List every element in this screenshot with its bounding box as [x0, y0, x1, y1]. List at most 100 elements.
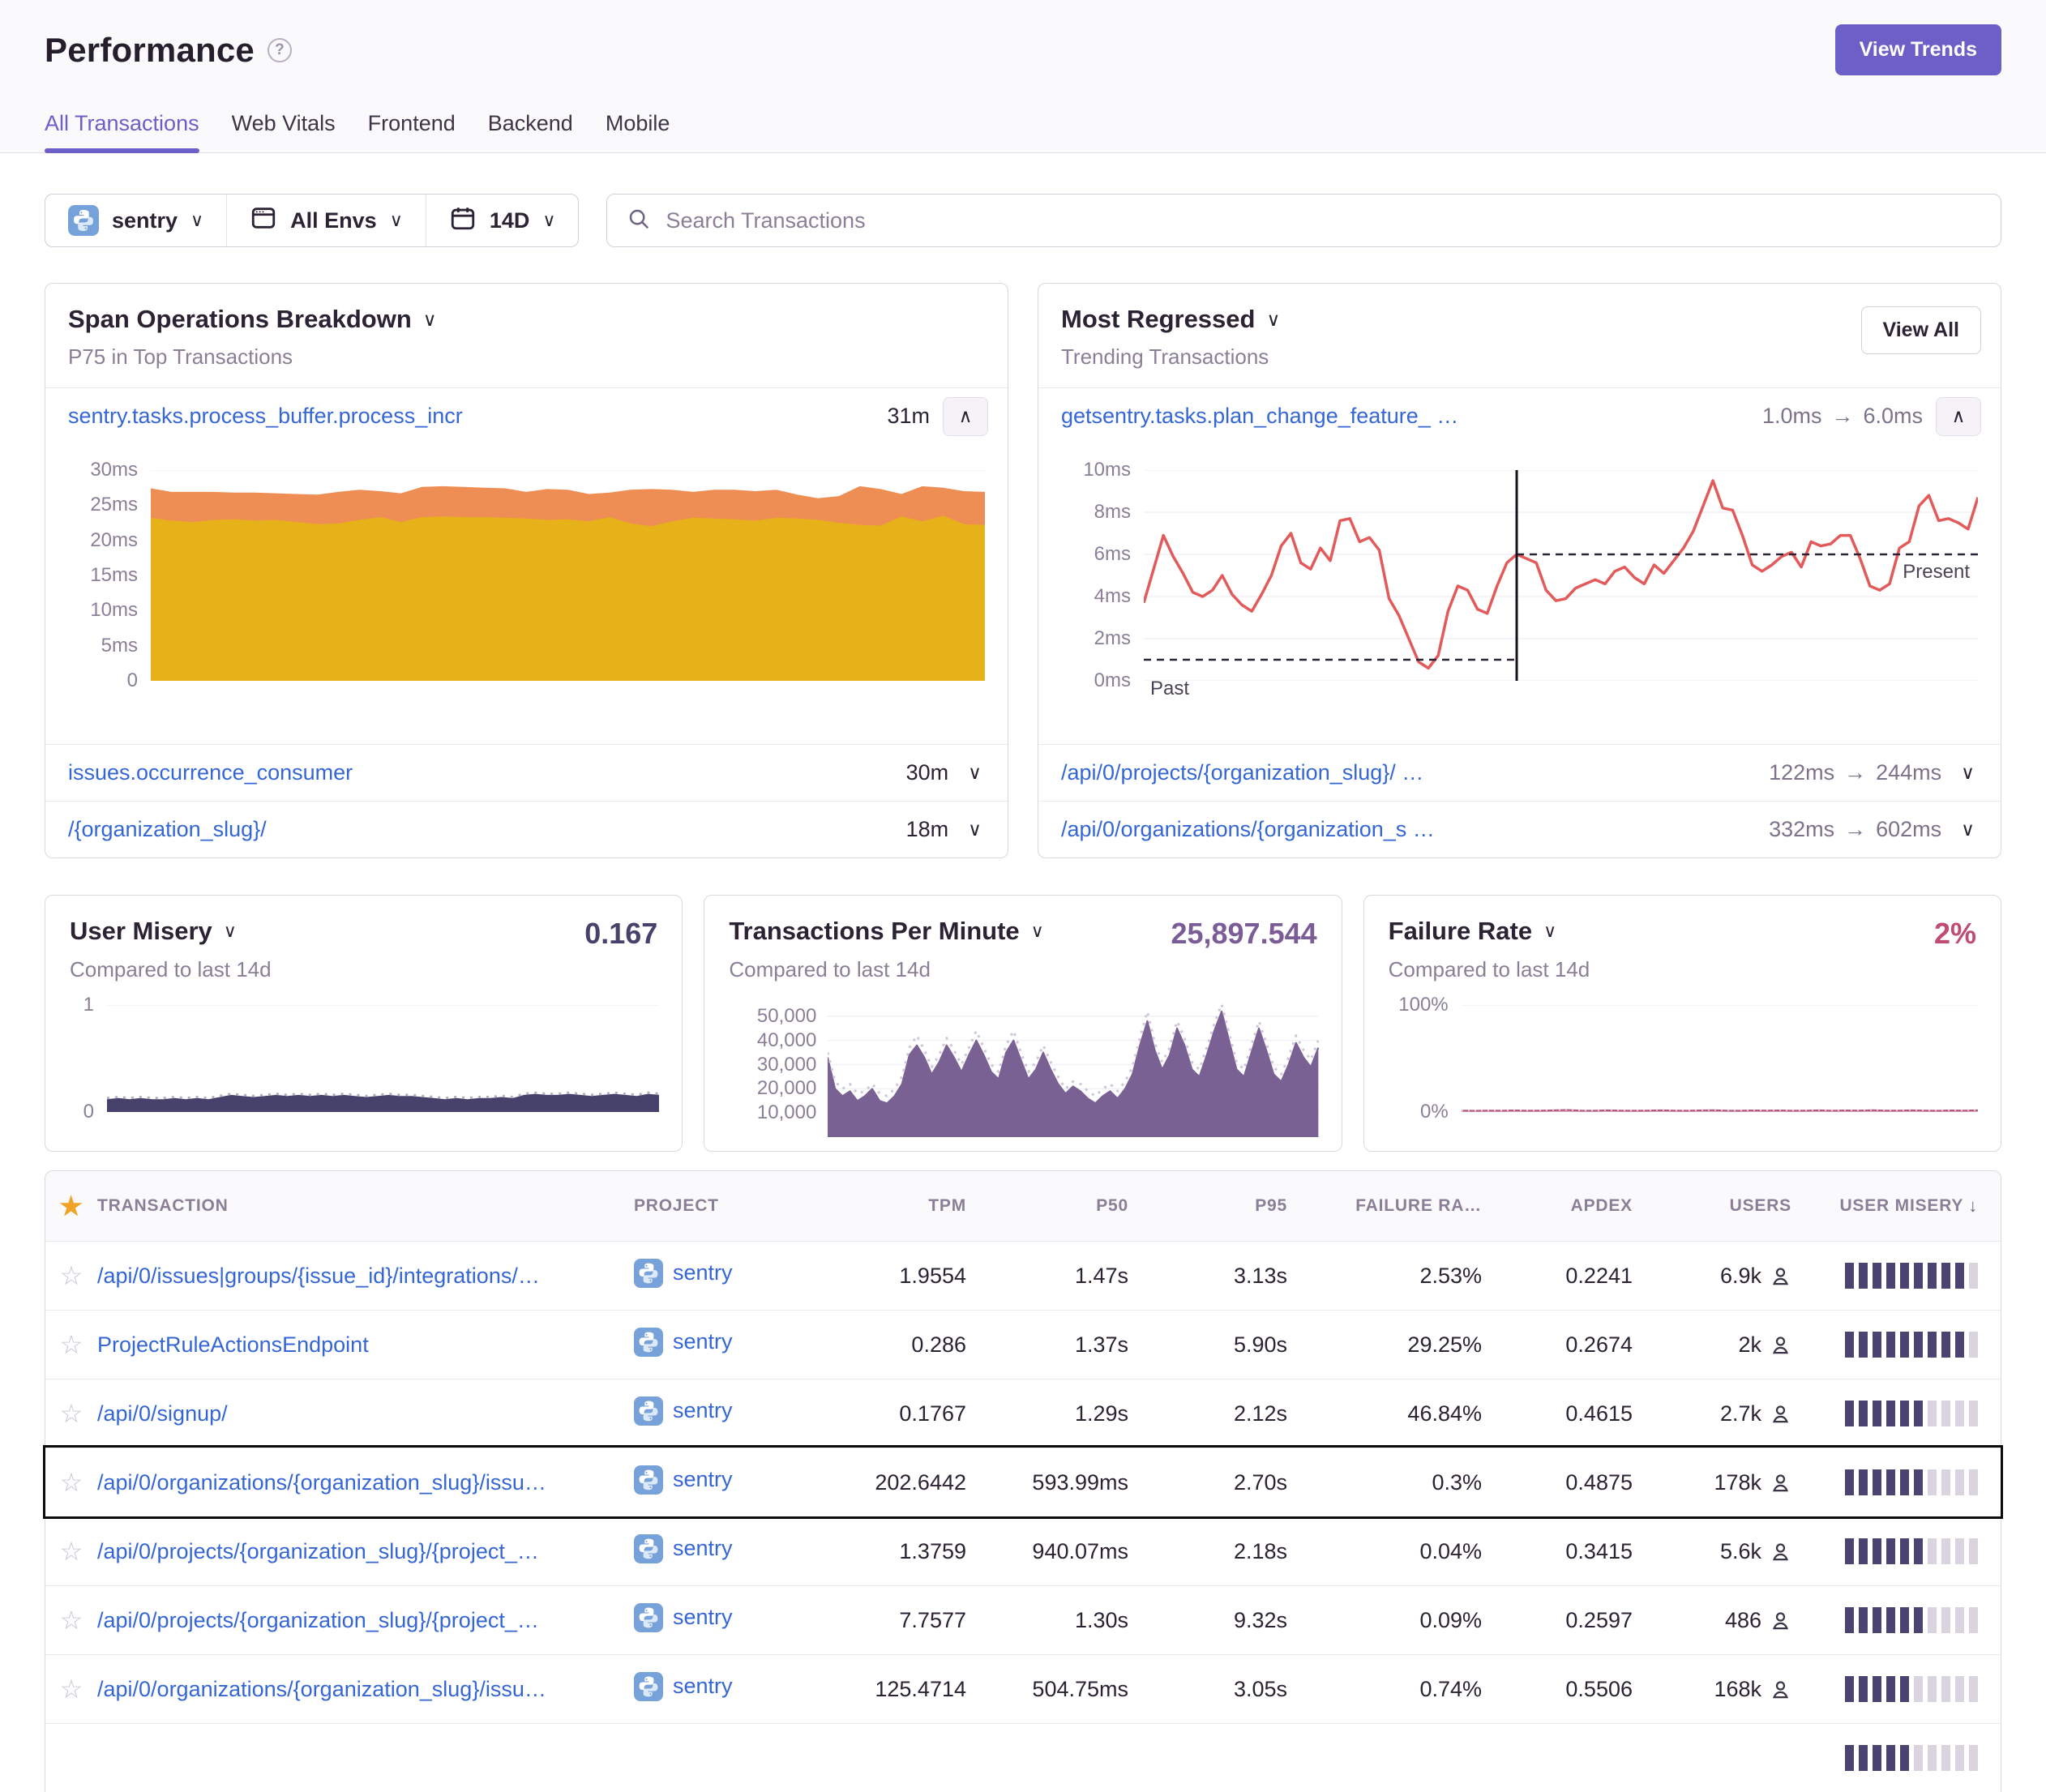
span-op-link[interactable]: sentry.tasks.process_buffer.process_incr [68, 404, 874, 429]
regressed-transaction-link[interactable]: getsentry.tasks.plan_change_feature_ … [1061, 404, 1749, 429]
favorite-star-icon[interactable]: ☆ [60, 1467, 83, 1498]
user-misery-dropdown[interactable]: User Misery ∨ [70, 917, 237, 946]
transaction-link[interactable]: /api/0/signup/ [97, 1401, 614, 1426]
view-all-button[interactable]: View All [1861, 306, 1981, 354]
chevron-down-icon[interactable]: ∨ [1954, 819, 1981, 840]
table-row[interactable]: ☆ /api/0/issues|groups/{issue_id}/integr… [45, 1241, 2001, 1310]
column-apdex[interactable]: APDEX [1482, 1196, 1633, 1216]
project-link[interactable] [634, 1741, 673, 1770]
favorite-star-icon[interactable]: ☆ [60, 1398, 83, 1429]
table-row[interactable]: ☆ [45, 1723, 2001, 1792]
column-p50[interactable]: P50 [966, 1196, 1128, 1216]
tpm-dropdown[interactable]: Transactions Per Minute ∨ [729, 917, 1043, 946]
transaction-link[interactable]: /api/0/projects/{organization_slug}/{pro… [97, 1608, 614, 1633]
favorite-star-icon[interactable]: ☆ [60, 1260, 83, 1291]
user-misery-bars [1840, 1538, 1978, 1564]
users-count: 2k [1738, 1332, 1761, 1358]
column-user-misery[interactable]: USER MISERY ↓ [1791, 1195, 2001, 1217]
misery-bar [1955, 1332, 1964, 1358]
favorite-star-icon[interactable]: ☆ [60, 1536, 83, 1567]
failure-rate-cell: 0.09% [1287, 1608, 1482, 1633]
column-transaction[interactable]: TRANSACTION [97, 1196, 634, 1216]
transaction-link[interactable]: ProjectRuleActionsEndpoint [97, 1332, 614, 1358]
star-icon[interactable]: ★ [59, 1191, 83, 1221]
regressed-transaction-link[interactable]: /api/0/organizations/{organization_s … [1061, 817, 1756, 842]
misery-bar [1859, 1607, 1868, 1633]
chevron-down-icon[interactable]: ∨ [1954, 762, 1981, 784]
tab-mobile[interactable]: Mobile [606, 111, 670, 152]
project-link[interactable]: sentry [634, 1396, 733, 1426]
column-failure-rate[interactable]: FAILURE RA… [1287, 1196, 1482, 1216]
card-subtitle: Compared to last 14d [70, 957, 657, 982]
project-name: sentry [673, 1329, 733, 1354]
search-input[interactable] [666, 208, 1981, 233]
table-row[interactable]: ☆ /api/0/projects/{organization_slug}/{p… [45, 1516, 2001, 1585]
transaction-link[interactable]: /api/0/organizations/{organization_slug}… [97, 1677, 614, 1702]
tpm-cell: 1.3759 [837, 1539, 966, 1564]
span-op-link[interactable]: issues.occurrence_consumer [68, 760, 893, 785]
apdex-cell: 0.4615 [1482, 1401, 1633, 1426]
misery-bar [1873, 1676, 1881, 1702]
environment-filter[interactable]: All Envs ∨ [226, 195, 426, 246]
table-row[interactable]: ☆ ProjectRuleActionsEndpoint sentry 0.28… [45, 1310, 2001, 1379]
most-regressed-title-dropdown[interactable]: Most Regressed ∨ [1061, 305, 1280, 334]
favorite-star-icon[interactable]: ☆ [60, 1674, 83, 1704]
failure-rate-chart: 100%0% [1389, 1005, 1978, 1112]
past-label: Past [1150, 678, 1189, 700]
transaction-link[interactable]: /api/0/organizations/{organization_slug}… [97, 1470, 614, 1495]
tab-backend[interactable]: Backend [488, 111, 573, 152]
collapse-button[interactable]: ∧ [1936, 397, 1981, 436]
misery-bar [1914, 1676, 1923, 1702]
column-p95[interactable]: P95 [1128, 1196, 1287, 1216]
misery-bar [1900, 1538, 1909, 1564]
table-row[interactable]: ☆ /api/0/projects/{organization_slug}/{p… [45, 1585, 2001, 1654]
misery-bar [1873, 1538, 1881, 1564]
project-link[interactable]: sentry [634, 1259, 733, 1288]
span-op-link[interactable]: /{organization_slug}/ [68, 817, 893, 842]
table-row[interactable]: ☆ /api/0/organizations/{organization_slu… [45, 1448, 2001, 1516]
transaction-link[interactable]: /api/0/projects/{organization_slug}/{pro… [97, 1539, 614, 1564]
misery-bar [1886, 1332, 1895, 1358]
column-tpm[interactable]: TPM [837, 1196, 966, 1216]
p50-cell: 1.47s [966, 1264, 1128, 1289]
most-regressed-subtitle: Trending Transactions [1061, 344, 1978, 370]
date-range-filter[interactable]: 14D ∨ [426, 195, 579, 246]
tab-frontend[interactable]: Frontend [368, 111, 456, 152]
misery-bar [1845, 1745, 1854, 1771]
view-trends-button[interactable]: View Trends [1835, 24, 2001, 75]
help-icon[interactable]: ? [268, 38, 292, 62]
favorite-star-icon[interactable]: ☆ [60, 1329, 83, 1360]
project-link[interactable]: sentry [634, 1328, 733, 1357]
misery-bar [1845, 1332, 1854, 1358]
table-row[interactable]: ☆ /api/0/signup/ sentry 0.1767 1.29s 2.1… [45, 1379, 2001, 1448]
plot-area [828, 999, 1318, 1137]
tab-bar: All Transactions Web Vitals Frontend Bac… [45, 111, 2001, 152]
span-ops-plot-area [151, 470, 985, 681]
failure-rate-dropdown[interactable]: Failure Rate ∨ [1389, 917, 1557, 946]
y-axis-tick: 0ms [1094, 669, 1131, 692]
chevron-down-icon[interactable]: ∨ [961, 819, 988, 840]
project-link[interactable]: sentry [634, 1534, 733, 1563]
tab-web-vitals[interactable]: Web Vitals [232, 111, 336, 152]
collapse-button[interactable]: ∧ [943, 397, 988, 436]
misery-bar [1859, 1538, 1868, 1564]
span-ops-title-dropdown[interactable]: Span Operations Breakdown ∨ [68, 305, 437, 334]
regressed-row: /api/0/organizations/{organization_s … 3… [1038, 801, 2001, 858]
table-row[interactable]: ☆ /api/0/organizations/{organization_slu… [45, 1654, 2001, 1723]
project-link[interactable]: sentry [634, 1465, 733, 1495]
p50-cell: 593.99ms [966, 1470, 1128, 1495]
column-users[interactable]: USERS [1633, 1196, 1791, 1216]
project-filter[interactable]: sentry ∨ [45, 195, 226, 246]
transaction-link[interactable]: /api/0/issues|groups/{issue_id}/integrat… [97, 1264, 614, 1289]
column-project[interactable]: PROJECT [634, 1196, 837, 1216]
project-link[interactable]: sentry [634, 1603, 733, 1632]
regressed-transaction-link[interactable]: /api/0/projects/{organization_slug}/ … [1061, 760, 1756, 785]
span-op-expanded-row: sentry.tasks.process_buffer.process_incr… [45, 387, 1008, 444]
tab-all-transactions[interactable]: All Transactions [45, 111, 199, 152]
failure-rate-cell: 0.3% [1287, 1470, 1482, 1495]
project-link[interactable]: sentry [634, 1672, 733, 1701]
favorite-star-icon[interactable]: ☆ [60, 1605, 83, 1636]
chevron-down-icon: ∨ [224, 921, 237, 942]
misery-bar [1873, 1401, 1881, 1426]
chevron-down-icon[interactable]: ∨ [961, 762, 988, 784]
